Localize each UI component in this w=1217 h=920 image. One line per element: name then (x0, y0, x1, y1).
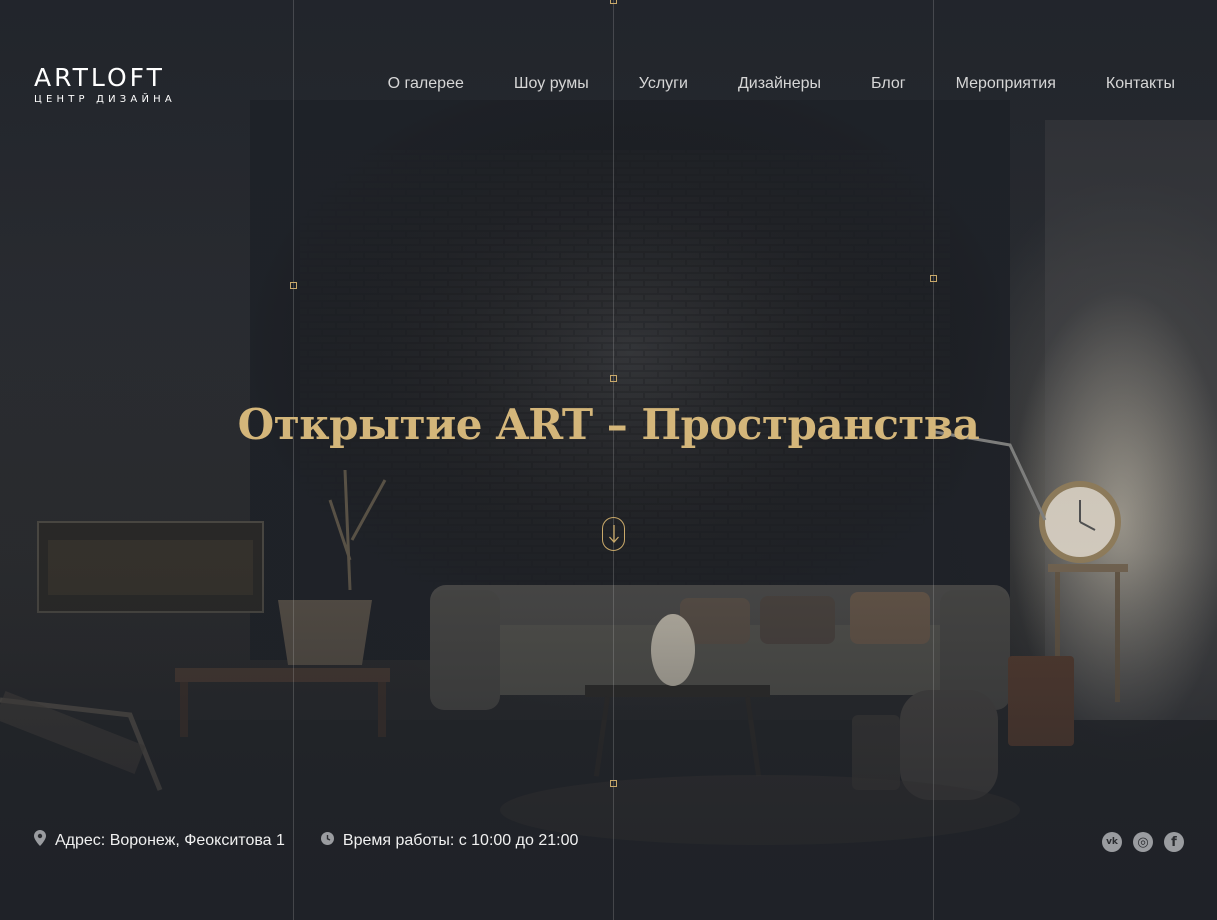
guide-line-left (293, 0, 294, 920)
nav-item-services[interactable]: Услуги (639, 74, 688, 94)
guide-marker (610, 780, 617, 787)
social-links: vk ◎ f (1091, 832, 1184, 852)
guide-marker (610, 0, 617, 4)
guide-line-right (933, 0, 934, 920)
scroll-down-button[interactable] (602, 517, 625, 551)
nav-item-about[interactable]: О галерее (388, 74, 464, 94)
hero-title: Открытие ART – Пространства (237, 400, 980, 449)
arrow-down-icon (609, 525, 619, 543)
address-text: Адрес: Воронеж, Феокситова 1 (55, 831, 285, 849)
location-pin-icon (34, 830, 46, 851)
hours-text: Время работы: с 10:00 до 21:00 (342, 831, 579, 849)
footer-info: Адрес: Воронеж, Феокситова 1 Время работ… (34, 830, 578, 851)
guide-marker (930, 275, 937, 282)
vk-icon[interactable]: vk (1102, 832, 1122, 852)
hours-info: Время работы: с 10:00 до 21:00 (320, 831, 579, 850)
hero-dark-overlay (0, 0, 1217, 920)
nav-item-showrooms[interactable]: Шоу румы (514, 74, 589, 94)
guide-marker (610, 375, 617, 382)
instagram-icon[interactable]: ◎ (1133, 832, 1153, 852)
hero-section (0, 0, 1217, 920)
main-navigation: О галерее Шоу румы Услуги Дизайнеры Блог… (338, 74, 1175, 94)
nav-item-designers[interactable]: Дизайнеры (738, 74, 821, 94)
logo-wordmark: ARTLOFT (34, 63, 165, 92)
address-info: Адрес: Воронеж, Феокситова 1 (34, 830, 285, 851)
nav-item-blog[interactable]: Блог (871, 74, 906, 94)
guide-marker (290, 282, 297, 289)
site-logo[interactable]: ARTLOFT ЦЕНТР ДИЗАЙНА (34, 63, 176, 106)
logo-tagline: ЦЕНТР ДИЗАЙНА (34, 94, 176, 105)
facebook-icon[interactable]: f (1164, 832, 1184, 852)
clock-icon (320, 831, 334, 850)
nav-item-events[interactable]: Мероприятия (956, 74, 1056, 94)
nav-item-contacts[interactable]: Контакты (1106, 74, 1175, 94)
